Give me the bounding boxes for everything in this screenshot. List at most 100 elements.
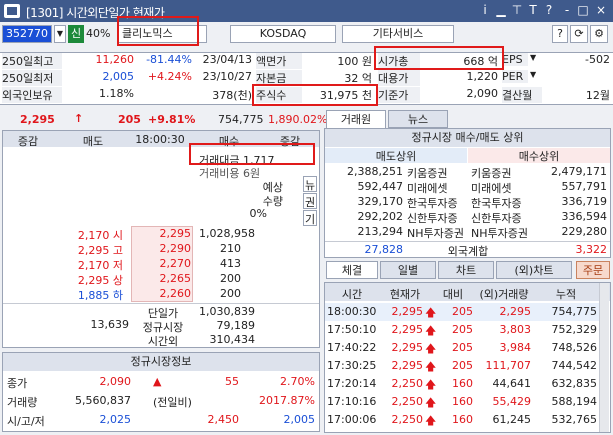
minimize-tray-icon[interactable]: ▁ (494, 3, 508, 18)
settings-icon[interactable]: ⚙ (590, 25, 608, 43)
highlight-trade-amount (189, 143, 315, 165)
regular-open: 2,025 (99, 413, 132, 426)
ask-row-open: 2,170 시 (77, 229, 123, 242)
sell-broker[interactable]: 키움증권 (407, 165, 469, 181)
trades-header-price: 현재가 (389, 288, 421, 301)
ask-price[interactable]: 2,270 (131, 257, 192, 270)
total-volume: 754,775 (218, 113, 264, 126)
maximize-icon[interactable]: □ (576, 3, 590, 18)
toolbar: 352770 ▼ 신 40% 클리노믹스 KOSDAQ 기타서비스 ? ⟳ ⚙ (0, 16, 613, 46)
trade-cumulative: 532,765 (551, 413, 598, 426)
trade-time: 17:00:06 (327, 413, 377, 426)
trade-price: 2,250 (391, 377, 424, 390)
info-val-base: 2,090 (466, 87, 499, 100)
side-tab-other[interactable]: 기 (303, 210, 317, 226)
ask-price[interactable]: 2,265 (131, 272, 192, 285)
info-val-high: 11,260 (95, 53, 135, 66)
trade-cumulative: 744,542 (551, 359, 598, 372)
eps-dropdown-icon[interactable]: ▼ (530, 53, 540, 62)
buy-broker[interactable]: 한국투자증 (471, 195, 535, 211)
trades-panel: 시간 현재가 대비 (외)거래량 누적 18:00:30 2,295 🡅 205… (324, 282, 611, 433)
ask-price[interactable]: 2,260 (131, 287, 192, 300)
ask-qty: 210 (220, 242, 241, 255)
buy-top-header: 매수상위 (468, 148, 610, 163)
price-change: 205 (118, 113, 141, 126)
trade-volume: 3,803 (499, 323, 532, 336)
info-pct-high: -81.44% (146, 53, 192, 66)
per-dropdown-icon[interactable]: ▼ (530, 70, 540, 79)
broker-panel: 정규시장 매수/매도 상위 매도상위 매수상위 2,388,251 키움증권 키… (324, 128, 611, 258)
help-button[interactable]: ? (552, 25, 568, 43)
tab-news[interactable]: 뉴스 (388, 110, 448, 128)
trade-time: 17:10:16 (327, 395, 377, 408)
side-tab-news[interactable]: 뉴 (303, 176, 317, 192)
other-service-button[interactable]: 기타서비스 (342, 25, 454, 43)
regular-market-panel: 정규시장정보 종가 2,090 ▲ 55 2.70% 거래량 5,560,837… (2, 352, 320, 432)
info-foreign-shares: 378(천) (212, 89, 252, 102)
ask-row-high: 2,295 고 (77, 244, 123, 257)
tab-trades[interactable]: 체결 (326, 261, 378, 279)
price-change-pct: +9.81% (148, 113, 196, 126)
info-val-eps: -502 (585, 53, 610, 66)
buy-broker[interactable]: 미래에셋 (471, 180, 535, 196)
buy-broker[interactable]: 신한투자증 (471, 210, 535, 226)
refresh-icon[interactable]: ⟳ (570, 25, 588, 43)
buy-broker[interactable]: 키움증권 (471, 165, 535, 181)
info-label-substitute: 대용가 (378, 70, 420, 86)
sell-broker[interactable]: NH투자증권 (407, 225, 469, 241)
close-icon[interactable]: × (594, 3, 608, 18)
foreign-total-label: 외국계합 (447, 245, 489, 258)
trade-up-icon: 🡅 (425, 342, 437, 355)
trade-volume: 3,984 (499, 341, 532, 354)
regular-close-change: 55 (225, 375, 239, 388)
trade-price: 2,250 (391, 395, 424, 408)
ask-price[interactable]: 2,295 (131, 227, 192, 240)
margin-rate: 40% (86, 27, 111, 40)
trades-scrollbar[interactable] (599, 283, 609, 432)
sell-broker[interactable]: 한국투자증 (407, 195, 469, 211)
minimize-icon[interactable]: ‐ (560, 3, 574, 18)
trade-time: 17:20:14 (327, 377, 377, 390)
regular-close-pct: 2.70% (280, 375, 315, 388)
code-dropdown-icon[interactable]: ▼ (54, 25, 66, 43)
foreign-buy-total: 3,322 (575, 243, 608, 256)
summary-left-qty: 13,639 (90, 318, 130, 331)
info-pct-low: +4.24% (147, 70, 192, 83)
stock-code-input[interactable]: 352770 (2, 25, 52, 43)
font-icon[interactable]: T (526, 3, 540, 18)
trade-diff: 160 (452, 377, 473, 390)
info-val-low: 2,005 (102, 70, 135, 83)
trades-header-time: 시간 (341, 288, 363, 301)
trade-volume: 111,707 (485, 359, 532, 372)
sell-broker[interactable]: 미래에셋 (407, 180, 469, 196)
tab-broker[interactable]: 거래원 (326, 110, 386, 128)
order-button[interactable]: 주문 (576, 261, 610, 279)
regular-volume: 5,560,837 (75, 394, 131, 407)
trade-diff: 205 (452, 341, 473, 354)
app-icon (4, 4, 20, 18)
buy-vol: 557,791 (561, 180, 608, 193)
pin-icon[interactable]: ⊤ (510, 3, 524, 18)
buy-broker[interactable]: NH투자증권 (471, 225, 535, 241)
market-badge: 신 (68, 25, 84, 43)
sell-top-header: 매도상위 (325, 148, 467, 163)
regular-low: 2,005 (283, 413, 316, 426)
tab-foreign-chart[interactable]: (외)차트 (496, 261, 572, 279)
sell-broker[interactable]: 신한투자증 (407, 210, 469, 226)
side-tab-rights[interactable]: 권 (303, 193, 317, 209)
help-icon[interactable]: ? (542, 3, 556, 18)
ask-qty: 413 (220, 257, 241, 270)
trade-up-icon: 🡅 (425, 306, 437, 319)
info-label-fiscal: 결산월 (502, 87, 542, 103)
tab-chart[interactable]: 차트 (438, 261, 494, 279)
info-label-base: 기준가 (378, 87, 420, 103)
ask-price[interactable]: 2,290 (131, 242, 192, 255)
trade-cumulative: 754,775 (551, 305, 598, 318)
info-val-substitute: 1,220 (466, 70, 499, 83)
highlight-mcap (374, 46, 504, 70)
buy-vol: 2,479,171 (551, 165, 607, 178)
trade-cumulative: 752,329 (551, 323, 598, 336)
tab-daily[interactable]: 일별 (380, 261, 436, 279)
ask-qty: 200 (220, 287, 241, 300)
info-icon[interactable]: i (478, 3, 492, 18)
